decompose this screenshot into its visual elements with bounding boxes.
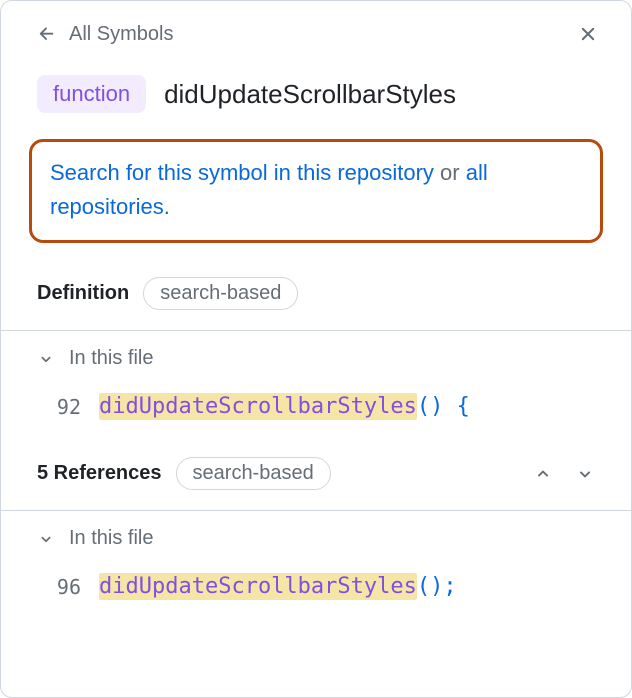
next-reference-button[interactable] xyxy=(575,464,595,484)
references-pill: search-based xyxy=(176,457,331,490)
back-label: All Symbols xyxy=(69,23,173,46)
search-suggestion-box: Search for this symbol in this repositor… xyxy=(29,139,603,243)
references-file-label: In this file xyxy=(69,527,153,550)
definition-file-toggle[interactable]: In this file xyxy=(1,331,631,380)
symbol-name: didUpdateScrollbarStyles xyxy=(164,79,456,110)
definition-file-label: In this file xyxy=(69,347,153,370)
line-number: 92 xyxy=(49,395,81,419)
definition-section-header: Definition search-based xyxy=(1,261,631,330)
symbol-kind-badge: function xyxy=(37,75,146,113)
arrow-left-icon xyxy=(37,24,57,44)
search-this-repo-link[interactable]: Search for this symbol in this repositor… xyxy=(50,160,434,185)
references-file-toggle[interactable]: In this file xyxy=(1,511,631,560)
chevron-down-icon xyxy=(37,350,55,368)
definition-code-row[interactable]: 92 didUpdateScrollbarStyles() { xyxy=(1,380,631,441)
prev-reference-button[interactable] xyxy=(533,464,553,484)
line-number: 96 xyxy=(49,575,81,599)
or-text: or xyxy=(434,160,466,185)
definition-pill: search-based xyxy=(143,277,298,310)
chevron-down-icon xyxy=(37,530,55,548)
references-section-header: 5 References search-based xyxy=(1,441,631,510)
code-content: didUpdateScrollbarStyles(); xyxy=(99,574,457,599)
reference-code-row[interactable]: 96 didUpdateScrollbarStyles(); xyxy=(1,560,631,621)
definition-title: Definition xyxy=(37,282,129,305)
references-title: 5 References xyxy=(37,462,162,485)
close-button[interactable] xyxy=(573,19,603,49)
close-icon xyxy=(577,23,599,45)
back-to-all-symbols[interactable]: All Symbols xyxy=(37,23,173,46)
code-content: didUpdateScrollbarStyles() { xyxy=(99,394,470,419)
